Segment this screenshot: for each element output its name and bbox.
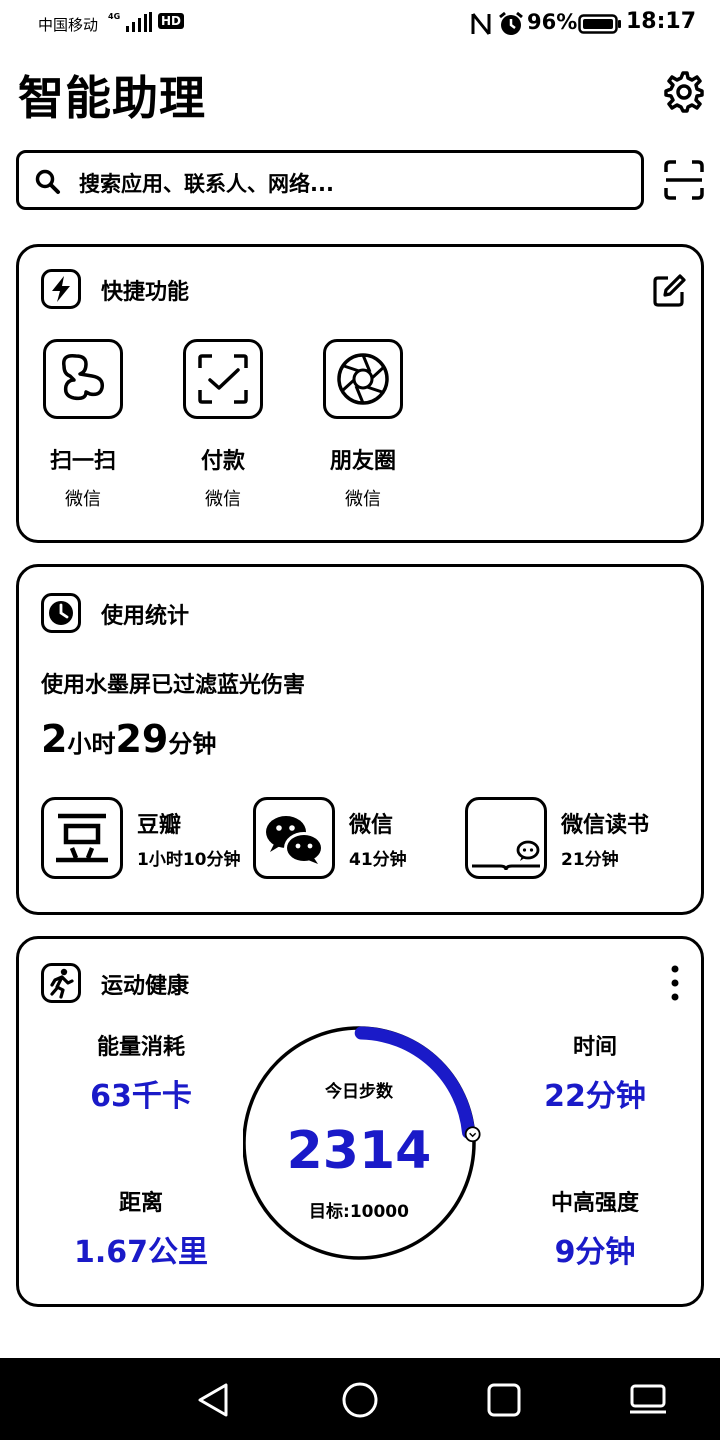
- battery-icon: [578, 14, 621, 34]
- usage-title: 使用统计: [101, 604, 190, 629]
- clock: 18:17: [626, 9, 697, 34]
- stat-energy: 能量消耗 63千卡: [41, 1029, 241, 1115]
- stat-intensity: 中高强度 9分钟: [495, 1185, 695, 1271]
- quick-item-icon-box: [43, 339, 123, 419]
- health-card[interactable]: 运动健康 能量消耗 63千卡 距离 1.67公里 时间 22分钟 中高强度 9分…: [16, 936, 704, 1307]
- stat-distance: 距离 1.67公里: [41, 1185, 241, 1271]
- stat-label: 距离: [118, 1191, 163, 1216]
- quick-item-label: 扫一扫: [49, 449, 116, 474]
- usage-hours-unit: 小时: [67, 730, 116, 758]
- scan-wechat-icon: [62, 353, 105, 401]
- search-bar[interactable]: 搜索应用、联系人、网络...: [16, 150, 644, 210]
- search-icon: [35, 169, 60, 194]
- battery-percent: 96%: [527, 10, 578, 34]
- quick-item-moments[interactable]: 朋友圈 微信: [303, 339, 423, 511]
- steps-ring: 今日步数 2314 目标:10000: [242, 1025, 487, 1269]
- back-triangle-icon: [198, 1383, 228, 1417]
- network-type: 4G: [108, 12, 121, 21]
- wechat-icon: [266, 816, 324, 864]
- stat-label: 中高强度: [550, 1191, 639, 1216]
- more-button[interactable]: [663, 963, 687, 1003]
- quick-item-icon-box: [323, 339, 403, 419]
- status-bar: 中国移动 4G HD 96% 18:17: [0, 0, 720, 48]
- stat-value: 63千卡: [90, 1079, 192, 1114]
- app-name: 微信: [349, 813, 394, 838]
- search-placeholder: 搜索应用、联系人、网络...: [79, 172, 334, 196]
- quick-functions-title: 快捷功能: [101, 280, 190, 305]
- stat-value: 22分钟: [544, 1079, 646, 1114]
- steps-goal: 目标:10000: [309, 1202, 409, 1222]
- app-name: 豆瓣: [137, 813, 182, 838]
- nav-recents-button[interactable]: [484, 1380, 524, 1420]
- recents-square-icon: [487, 1383, 521, 1417]
- app-icon-box: [465, 797, 547, 879]
- navigation-bar: [0, 1358, 720, 1440]
- health-title: 运动健康: [101, 974, 190, 999]
- quick-item-label: 朋友圈: [329, 449, 396, 474]
- stat-label: 时间: [572, 1035, 617, 1060]
- settings-button[interactable]: [662, 70, 706, 114]
- nav-home-button[interactable]: [340, 1380, 380, 1420]
- scan-button[interactable]: [662, 158, 706, 202]
- app-duration: 1小时10分钟: [137, 850, 241, 870]
- usage-hours: 2: [41, 717, 68, 761]
- stat-time: 时间 22分钟: [495, 1029, 695, 1115]
- usage-description: 使用水墨屏已过滤蓝光伤害: [41, 673, 306, 698]
- page-title: 智能助理: [18, 71, 206, 125]
- app-name: 微信读书: [561, 813, 650, 838]
- nav-desktop-button[interactable]: [628, 1380, 668, 1420]
- steps-count: 2314: [286, 1121, 432, 1181]
- douban-icon: [56, 813, 108, 863]
- edit-button[interactable]: [651, 273, 687, 309]
- steps-label: 今日步数: [325, 1082, 393, 1102]
- lightning-icon: [41, 269, 81, 309]
- payment-icon: [198, 354, 248, 404]
- home-circle-icon: [342, 1382, 378, 1418]
- stat-value: 1.67公里: [73, 1235, 209, 1270]
- app-duration: 21分钟: [561, 850, 619, 870]
- quick-item-label: 付款: [200, 449, 245, 474]
- app-icon-box: [41, 797, 123, 879]
- quick-item-app: 微信: [345, 489, 381, 510]
- signal-icon: [126, 12, 152, 32]
- stat-label: 能量消耗: [96, 1035, 185, 1060]
- usage-minutes-unit: 分钟: [168, 730, 217, 758]
- usage-stats-card[interactable]: 使用统计 使用水墨屏已过滤蓝光伤害 2小时29分钟 豆瓣 1小时10分钟 微信 …: [16, 564, 704, 915]
- stat-value: 9分钟: [554, 1235, 636, 1270]
- quick-item-scan[interactable]: 扫一扫 微信: [23, 339, 143, 511]
- more-vertical-icon: [671, 965, 679, 1001]
- app-duration: 41分钟: [349, 850, 407, 870]
- clock-icon: [41, 593, 81, 633]
- scan-icon: [664, 160, 704, 200]
- app-icon-box: [253, 797, 335, 879]
- quick-item-app: 微信: [205, 489, 241, 510]
- quick-item-payment[interactable]: 付款 微信: [163, 339, 283, 511]
- nfc-icon: [471, 13, 491, 35]
- usage-minutes: 29: [115, 717, 169, 761]
- carrier-name: 中国移动: [38, 16, 99, 34]
- alarm-icon: [499, 11, 523, 35]
- nav-back-button[interactable]: [194, 1380, 234, 1420]
- gear-icon: [664, 71, 704, 113]
- quick-item-icon-box: [183, 339, 263, 419]
- desktop-icon: [630, 1384, 666, 1414]
- quick-item-app: 微信: [65, 489, 101, 510]
- moments-icon: [337, 353, 389, 405]
- edit-icon: [653, 274, 686, 307]
- hd-badge: HD: [158, 13, 185, 29]
- quick-functions-card: 快捷功能 扫一扫 微信 付款 微信 朋友圈 微信: [16, 244, 704, 543]
- running-icon: [41, 963, 81, 1003]
- wechat-read-icon: [472, 840, 540, 871]
- usage-total-time: 2小时29分钟: [41, 717, 216, 761]
